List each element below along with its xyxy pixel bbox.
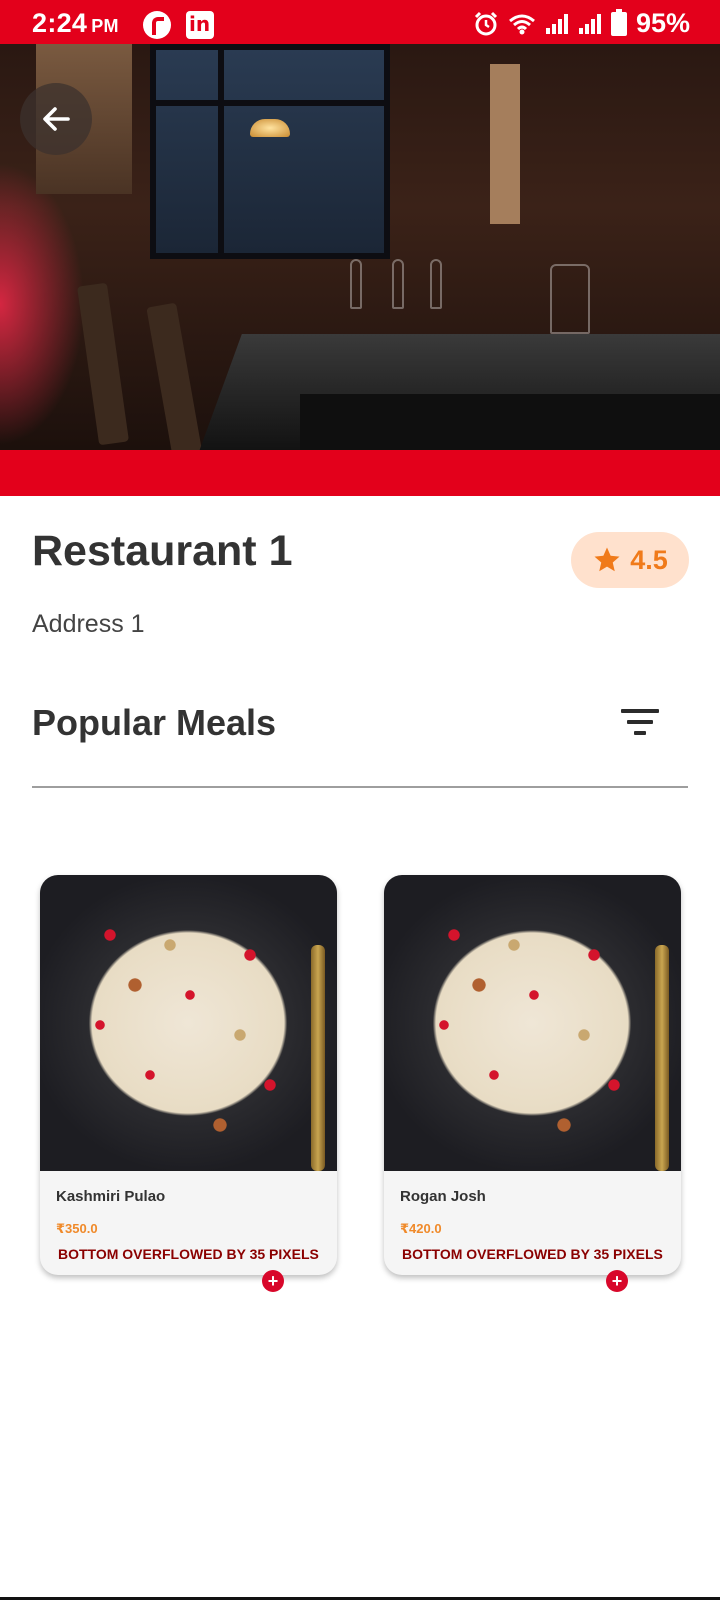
signal-icon	[578, 13, 601, 34]
restaurant-name: Restaurant 1	[32, 527, 293, 575]
status-time: 2:24 PM	[32, 8, 119, 38]
photo-glass	[550, 264, 590, 334]
star-icon	[594, 547, 620, 572]
status-bar: 2:24 PM in 95%	[0, 0, 720, 44]
meal-image	[40, 875, 337, 1171]
restaurant-photo	[0, 44, 720, 450]
meal-name: Rogan Josh	[400, 1188, 486, 1205]
overflow-warning: BOTTOM OVERFLOWED BY 35 PIXELS	[54, 1245, 328, 1263]
filter-icon-line	[621, 709, 659, 713]
meal-image	[384, 875, 681, 1171]
restaurant-address: Address 1	[32, 610, 145, 638]
filter-icon-line	[627, 720, 653, 724]
battery-percent: 95%	[635, 8, 690, 38]
rating-badge: 4.5	[571, 532, 689, 588]
linkedin-icon: in	[186, 11, 214, 39]
photo-wall-panel	[490, 64, 520, 224]
meal-price: ₹350.0	[56, 1221, 98, 1236]
filter-icon-line	[634, 731, 646, 735]
section-title: Popular Meals	[32, 702, 277, 743]
photo-table	[300, 394, 720, 450]
photo-pendant-light	[250, 119, 290, 137]
add-to-cart-button[interactable]: +	[262, 1270, 284, 1292]
battery-charging-icon	[610, 8, 627, 36]
r-app-icon	[143, 11, 171, 39]
photo-chair	[146, 302, 204, 450]
hero-banner	[0, 0, 720, 496]
arrow-left-icon	[43, 107, 70, 131]
status-indicators: 95%	[473, 8, 690, 39]
alarm-icon	[474, 11, 498, 35]
wifi-icon	[508, 14, 535, 34]
meal-card[interactable]: Kashmiri Pulao ₹350.0 BOTTOM OVERFLOWED …	[40, 875, 337, 1292]
photo-glass	[392, 259, 404, 309]
section-divider	[32, 786, 688, 788]
rating-value: 4.5	[630, 544, 668, 575]
overflow-warning: BOTTOM OVERFLOWED BY 35 PIXELS	[398, 1245, 672, 1263]
overflow-warning-text: BOTTOM OVERFLOWED BY 35 PIXELS	[54, 1245, 328, 1263]
overflow-warning-text: BOTTOM OVERFLOWED BY 35 PIXELS	[398, 1245, 672, 1263]
photo-window	[150, 44, 390, 259]
meal-card[interactable]: Rogan Josh ₹420.0 BOTTOM OVERFLOWED BY 3…	[384, 875, 681, 1292]
status-ampm: PM	[91, 16, 119, 36]
photo-glass	[430, 259, 442, 309]
filter-button[interactable]	[612, 700, 668, 744]
photo-chair	[77, 282, 129, 446]
signal-icon	[545, 13, 568, 34]
add-to-cart-button[interactable]: +	[606, 1270, 628, 1292]
photo-glass	[350, 259, 362, 309]
back-button[interactable]	[20, 83, 92, 155]
meal-price: ₹420.0	[400, 1221, 442, 1236]
meal-name: Kashmiri Pulao	[56, 1188, 166, 1205]
